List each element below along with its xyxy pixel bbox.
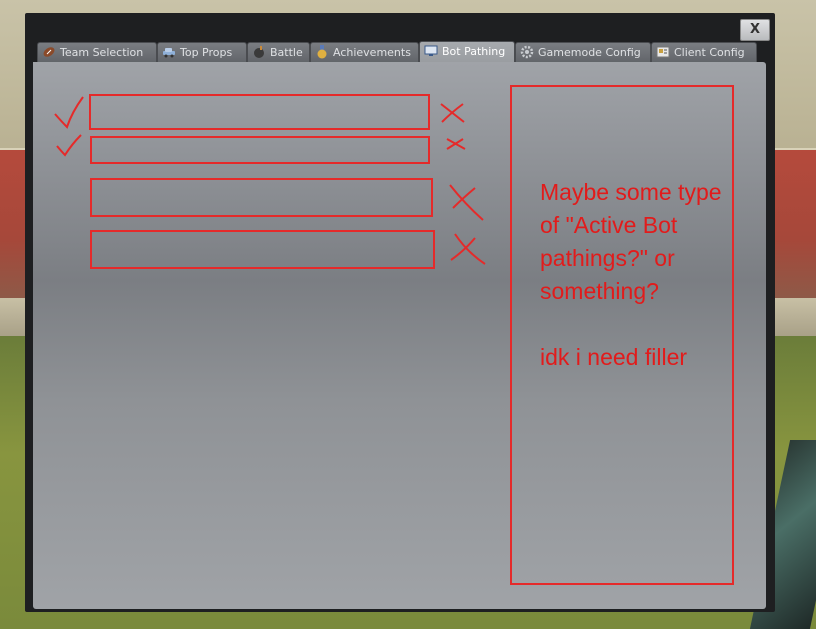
tab-label: Team Selection (60, 46, 144, 59)
x-mark-icon (449, 184, 484, 221)
tab-label: Top Props (180, 46, 233, 59)
tab-team-selection[interactable]: Team Selection (37, 42, 157, 62)
checkmark-icon (54, 96, 84, 129)
tab-label: Client Config (674, 46, 745, 59)
path-slot-1 (89, 94, 430, 130)
placeholder-note: Maybe some type of "Active Bot pathings?… (540, 179, 722, 370)
tab-client-config[interactable]: Client Config (651, 42, 757, 62)
gear-icon (520, 45, 534, 59)
tab-label: Bot Pathing (442, 45, 506, 58)
path-slot-4 (90, 230, 435, 269)
football-icon (42, 45, 56, 59)
tab-top-props[interactable]: Top Props (157, 42, 247, 62)
path-slot-3 (90, 178, 433, 217)
checkmark-icon (56, 134, 82, 157)
car-icon (162, 45, 176, 59)
tab-gamemode-config[interactable]: Gamemode Config (515, 42, 651, 62)
tab-label: Gamemode Config (538, 46, 641, 59)
x-mark-icon (446, 138, 466, 150)
monitor-icon (424, 44, 438, 58)
medal-icon (315, 45, 329, 59)
tab-bot-pathing[interactable]: Bot Pathing (419, 41, 515, 63)
path-slot-2 (90, 136, 430, 164)
tab-label: Achievements (333, 46, 411, 59)
x-mark-icon (440, 103, 465, 123)
tab-achievements[interactable]: Achievements (310, 42, 419, 62)
close-button[interactable]: X (740, 19, 770, 41)
x-mark-icon (450, 233, 486, 265)
settings-card-icon (656, 45, 670, 59)
bomb-icon (252, 45, 266, 59)
tab-battle[interactable]: Battle (247, 42, 310, 62)
tab-label: Battle (270, 46, 303, 59)
